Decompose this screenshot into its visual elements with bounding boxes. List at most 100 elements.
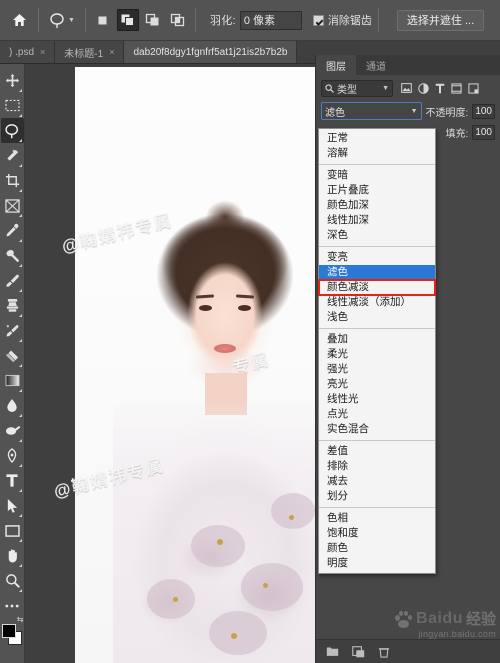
blend-option-darken[interactable]: 变暗 [319,168,435,183]
new-group-icon[interactable] [326,646,339,657]
move-tool[interactable] [1,68,24,93]
document-tab-active[interactable]: dab20f8dgy1fgnfrf5at1j21is2b7b2b [124,41,298,63]
blend-option-pin-light[interactable]: 点光 [319,407,435,422]
blend-option-luminosity[interactable]: 明度 [319,556,435,571]
chevron-down-icon[interactable]: ▼ [68,17,75,24]
zoom-tool[interactable] [1,568,24,593]
feather-input[interactable]: 0 像素 [239,10,302,30]
shape-filter-icon[interactable] [451,82,462,94]
close-icon[interactable]: × [40,47,45,57]
select-and-mask-button[interactable]: 选择并遮住 ... [396,9,485,31]
magnifier-icon [5,574,20,588]
document-tab-untitled[interactable]: 未标题-1 × [55,41,125,63]
magic-wand-tool[interactable] [1,143,24,168]
tool-preset-picker[interactable]: ▼ [45,12,79,29]
tab-channels[interactable]: 通道 [356,55,396,75]
history-brush-icon [5,324,18,337]
swap-colors-icon[interactable]: ⇆ [17,615,24,624]
intersect-with-selection-button[interactable] [167,9,189,31]
blend-mode-select[interactable]: 滤色 ▼ [321,102,422,120]
menu-separator [319,246,435,247]
fill-value[interactable]: 100 [472,124,495,140]
blend-option-exclusion[interactable]: 排除 [319,459,435,474]
lasso-tool[interactable] [0,118,24,143]
dress-gold-accent [173,597,178,602]
healing-brush-tool[interactable] [1,243,24,268]
blend-option-multiply[interactable]: 正片叠底 [319,183,435,198]
path-selection-tool[interactable] [1,493,24,518]
close-icon[interactable]: × [109,47,114,57]
adjustment-filter-icon[interactable] [418,82,429,94]
eraser-tool[interactable] [1,343,24,368]
tool-options-corner-icon [19,138,22,142]
document-tab-psd[interactable]: ) .psd × [0,41,56,63]
gradient-tool[interactable] [1,368,24,393]
dodge-tool[interactable] [1,418,24,443]
eyedropper-tool[interactable] [1,218,24,243]
blend-option-color-burn[interactable]: 颜色加深 [319,198,435,213]
clone-stamp-tool[interactable] [1,293,24,318]
tool-options-corner-icon [19,238,22,242]
blend-option-darker-color[interactable]: 深色 [319,228,435,243]
chevron-down-icon[interactable]: ▼ [382,85,389,92]
history-brush-tool[interactable] [1,318,24,343]
hand-tool[interactable] [1,543,24,568]
antialias-checkbox[interactable] [312,14,324,26]
type-tool[interactable] [1,468,24,493]
rectangle-tool[interactable] [1,518,24,543]
blend-option-linear-burn[interactable]: 线性加深 [319,213,435,228]
pen-tool[interactable] [1,443,24,468]
tool-options-corner-icon [19,263,22,267]
frame-tool[interactable] [1,193,24,218]
image-filter-icon[interactable] [401,83,412,93]
subtract-from-selection-button[interactable] [142,9,164,31]
pen-icon [7,448,17,463]
antialias-toggle[interactable]: 消除锯齿 [312,12,372,28]
blend-option-divide[interactable]: 划分 [319,489,435,504]
tool-options-corner-icon [19,188,22,192]
text-filter-icon[interactable] [435,83,445,94]
blend-option-vivid-light[interactable]: 亮光 [319,377,435,392]
opacity-value[interactable]: 100 [472,103,495,119]
blur-tool[interactable] [1,393,24,418]
blend-option-hard-mix[interactable]: 实色混合 [319,422,435,437]
blend-option-color[interactable]: 颜色 [319,541,435,556]
blend-option-hard-light[interactable]: 强光 [319,362,435,377]
rectangle-icon [4,524,20,537]
tab-layers[interactable]: 图层 [316,55,356,75]
tool-options-corner-icon [19,488,22,492]
blend-option-saturation[interactable]: 饱和度 [319,526,435,541]
blend-option-subtract[interactable]: 减去 [319,474,435,489]
blend-mode-dropdown-menu[interactable]: 正常 溶解 变暗 正片叠底 颜色加深 线性加深 深色 变亮 滤色 颜色减淡 线性… [318,128,436,574]
dodge-icon [5,425,20,435]
blend-option-linear-light[interactable]: 线性光 [319,392,435,407]
search-icon [325,83,334,93]
blend-option-dissolve[interactable]: 溶解 [319,146,435,161]
new-selection-button[interactable] [92,9,114,31]
blend-option-normal[interactable]: 正常 [319,131,435,146]
home-icon[interactable] [6,7,32,33]
blend-option-hue[interactable]: 色相 [319,511,435,526]
brush-tool[interactable] [1,268,24,293]
delete-layer-icon[interactable] [378,646,390,658]
blend-option-linear-dodge[interactable]: 线性减淡（添加） [319,295,435,310]
foreground-color-swatch[interactable] [1,624,16,638]
tab-title: 未标题-1 [64,48,104,60]
crop-tool[interactable] [1,168,24,193]
blend-option-color-dodge[interactable]: 颜色减淡 [318,279,436,296]
blend-option-lighten[interactable]: 变亮 [319,250,435,265]
new-layer-icon[interactable] [352,645,365,658]
color-swatches[interactable]: ⇆ [1,615,24,647]
blend-option-lighter-color[interactable]: 浅色 [319,310,435,325]
blend-option-soft-light[interactable]: 柔光 [319,347,435,362]
blend-option-screen[interactable]: 滤色 [319,265,435,280]
layer-filter-kind-select[interactable]: 类型 ▼ [321,79,393,97]
hand-icon [8,549,17,563]
feather-label: 羽化: [209,15,236,27]
blend-option-overlay[interactable]: 叠加 [319,332,435,347]
chevron-down-icon[interactable]: ▼ [411,108,418,115]
blend-option-difference[interactable]: 差值 [319,444,435,459]
smart-object-filter-icon[interactable] [468,82,479,94]
add-to-selection-button[interactable] [116,9,139,31]
rectangular-marquee-tool[interactable] [1,93,24,118]
